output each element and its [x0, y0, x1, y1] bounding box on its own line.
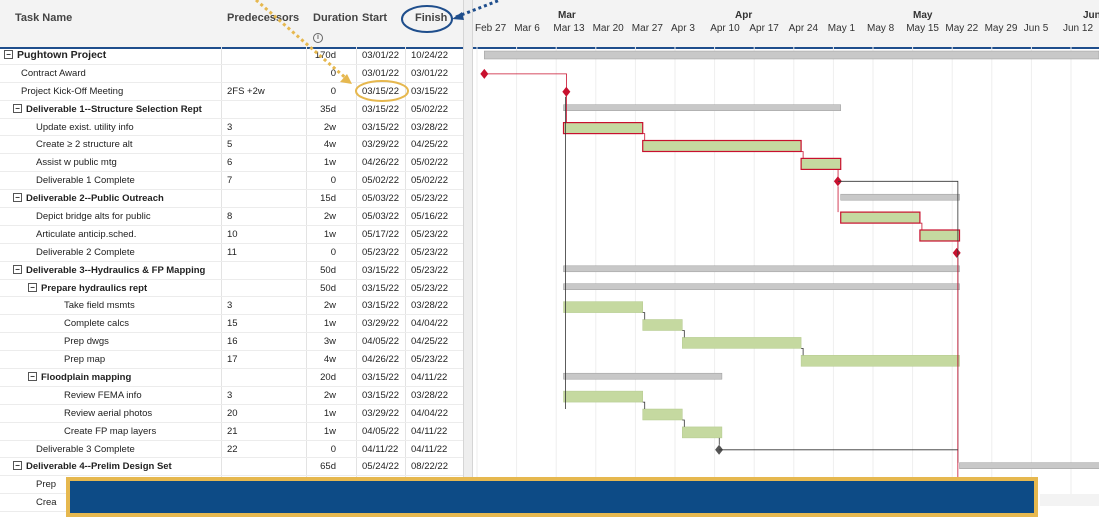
callout-circle-blue	[401, 5, 453, 33]
overlay-edge	[1040, 494, 1099, 506]
annotation-layer	[255, 0, 501, 102]
callout-arrowhead-blue	[452, 12, 464, 20]
callout-circle-orange	[355, 80, 409, 102]
callout-arrow-orange	[255, 0, 349, 82]
overlay-banner	[66, 477, 1038, 517]
